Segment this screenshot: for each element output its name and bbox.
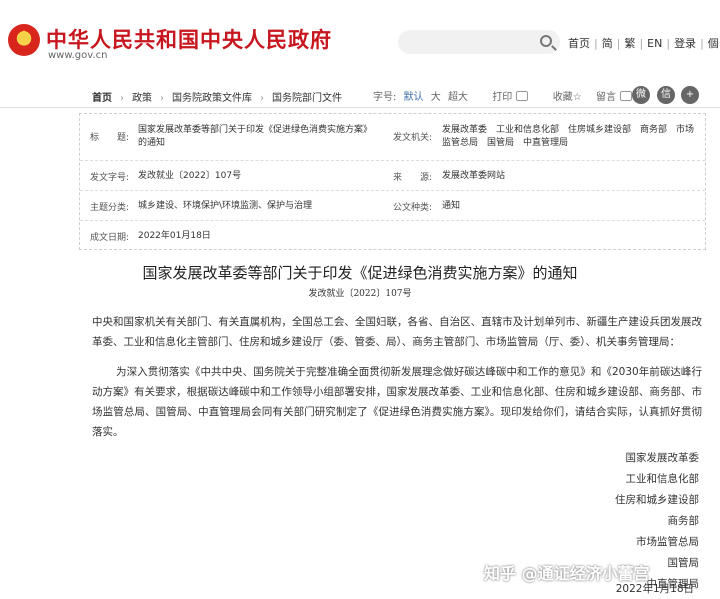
- signing-date: 2022年1月18日: [615, 583, 694, 595]
- signer: 国家发展改革委: [625, 452, 700, 464]
- nav-personal[interactable]: 個: [708, 35, 719, 51]
- favorite-button[interactable]: 收藏: [553, 92, 573, 103]
- site-header: 中华人民共和国中央人民政府 www.gov.cn 首页 | 简 | 繁 | EN | 登录 | 個: [0, 0, 720, 72]
- font-default-button[interactable]: 默认: [404, 92, 424, 103]
- addressee-paragraph: 中央和国家机关有关部门、有关直属机构，全国总工会、全国妇联，各省、自治区、直辖市…: [92, 316, 702, 348]
- chevron-right-icon: ›: [120, 93, 124, 104]
- nav-login[interactable]: 登录: [674, 35, 696, 51]
- breadcrumb-policy[interactable]: 政策: [132, 93, 152, 104]
- breadcrumb-bar: 首页 › 政策 › 国务院政策文件库 › 国务院部门文件 字号: 默认 大 超大 打印 收藏…: [0, 82, 720, 108]
- nav-english[interactable]: EN: [647, 37, 662, 50]
- printer-icon[interactable]: [516, 91, 529, 101]
- font-size-label: 字号:: [373, 92, 397, 103]
- breadcrumb-library[interactable]: 国务院政策文件库: [172, 93, 252, 104]
- title-value: 国家发展改革委等部门关于印发《促进绿色消费实施方案》的通知: [138, 125, 373, 148]
- source-value: 发展改革委网站: [442, 171, 506, 181]
- document-info-table: 标 题: 国家发展改革委等部门关于印发《促进绿色消费实施方案》的通知 发文机关:…: [79, 113, 706, 250]
- weibo-share-icon[interactable]: 微: [632, 86, 650, 104]
- comment-button[interactable]: 留言: [596, 92, 616, 103]
- article-title: 国家发展改革委等部门关于印发《促进绿色消费实施方案》的通知: [142, 264, 578, 282]
- date-label: 成文日期:: [90, 233, 130, 243]
- search-input[interactable]: [398, 30, 560, 54]
- issuer-value: 发展改革委 工业和信息化部 住房城乡建设部 商务部 市场监管总局 国管局 中直管…: [442, 125, 695, 148]
- category-label: 主题分类:: [90, 203, 130, 213]
- comment-icon[interactable]: [620, 91, 633, 101]
- title-label: 标 题:: [90, 133, 130, 143]
- search-icon[interactable]: [540, 35, 552, 47]
- wechat-share-icon[interactable]: 信: [657, 86, 675, 104]
- top-nav: 首页 | 简 | 繁 | EN | 登录 | 個: [568, 35, 719, 51]
- chevron-right-icon: ›: [260, 93, 264, 104]
- star-icon[interactable]: ☆: [573, 92, 582, 103]
- body-text: 为深入贯彻落实《中共中央、国务院关于完整准确全面贯彻新发展理念做好碳达峰碳中和工…: [92, 366, 702, 438]
- doc-type-value: 通知: [442, 201, 461, 211]
- breadcrumb: 首页 › 政策 › 国务院政策文件库 › 国务院部门文件: [92, 89, 342, 104]
- doc-number-value: 发改就业〔2022〕107号: [138, 171, 242, 181]
- source-label: 来 源:: [393, 173, 433, 183]
- breadcrumb-dept-docs[interactable]: 国务院部门文件: [272, 93, 342, 104]
- category-value: 城乡建设、环境保护\环境监测、保护与治理: [138, 201, 313, 211]
- site-url: www.gov.cn: [48, 50, 108, 61]
- nav-simplified[interactable]: 简: [602, 35, 613, 51]
- date-value: 2022年01月18日: [138, 231, 211, 241]
- print-button[interactable]: 打印: [492, 92, 512, 103]
- nav-traditional[interactable]: 繁: [624, 35, 635, 51]
- nav-home[interactable]: 首页: [568, 35, 590, 51]
- article-tools: 字号: 默认 大 超大 打印 收藏☆ 留言: [373, 88, 633, 103]
- signer: 住房和城乡建设部: [615, 494, 699, 506]
- breadcrumb-home[interactable]: 首页: [92, 93, 112, 104]
- national-emblem-icon: [8, 24, 40, 56]
- signer: 工业和信息化部: [625, 473, 700, 485]
- doc-type-label: 公文种类:: [393, 203, 433, 213]
- doc-number-label: 发文字号:: [90, 173, 130, 183]
- share-icon[interactable]: +: [681, 86, 699, 104]
- font-large-button[interactable]: 大: [431, 92, 441, 103]
- signer: 商务部: [667, 515, 700, 527]
- signer: 市场监管总局: [636, 536, 699, 548]
- font-xlarge-button[interactable]: 超大: [448, 92, 468, 103]
- body-paragraph: 为深入贯彻落实《中共中央、国务院关于完整准确全面贯彻新发展理念做好碳达峰碳中和工…: [92, 362, 702, 442]
- article-number: 发改就业〔2022〕107号: [308, 289, 412, 299]
- issuer-label: 发文机关:: [393, 133, 433, 143]
- chevron-right-icon: ›: [160, 93, 164, 104]
